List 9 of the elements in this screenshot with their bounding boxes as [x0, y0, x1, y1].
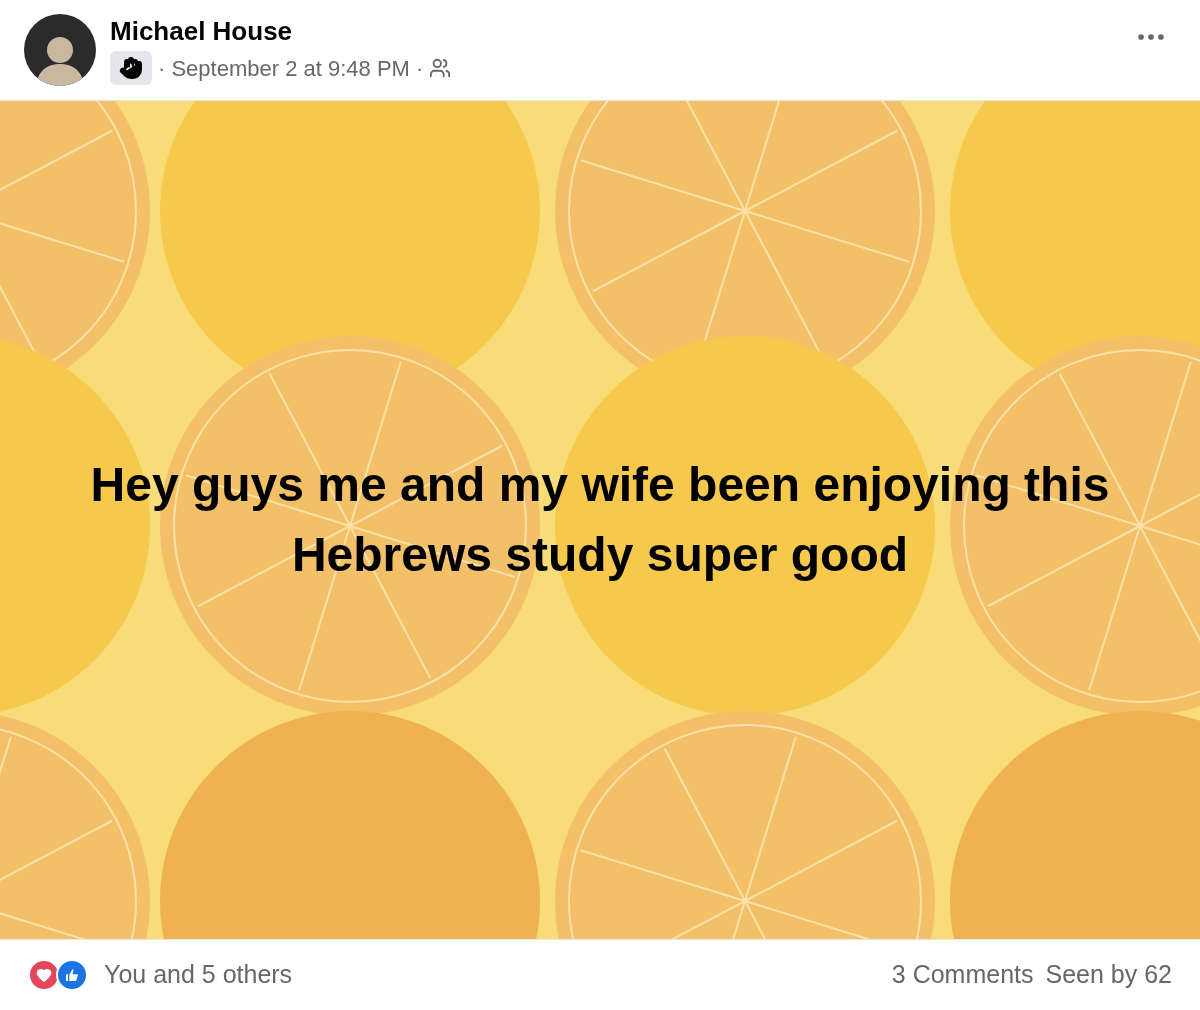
- reaction-count[interactable]: You and 5 others: [104, 956, 293, 994]
- post-text: Hey guys me and my wife been enjoying this Hebrews study super good: [89, 457, 1111, 583]
- seen-count[interactable]: Seen by 62: [1045, 956, 1172, 994]
- audience-icon[interactable]: [429, 57, 452, 79]
- hand-icon: [119, 56, 143, 80]
- author-name[interactable]: Michael House: [110, 15, 1120, 47]
- comment-count[interactable]: 3 Comments: [891, 956, 1034, 994]
- post-timestamp[interactable]: · September 2 at 9:48 PM ·: [158, 51, 424, 85]
- wave-badge[interactable]: [110, 51, 152, 85]
